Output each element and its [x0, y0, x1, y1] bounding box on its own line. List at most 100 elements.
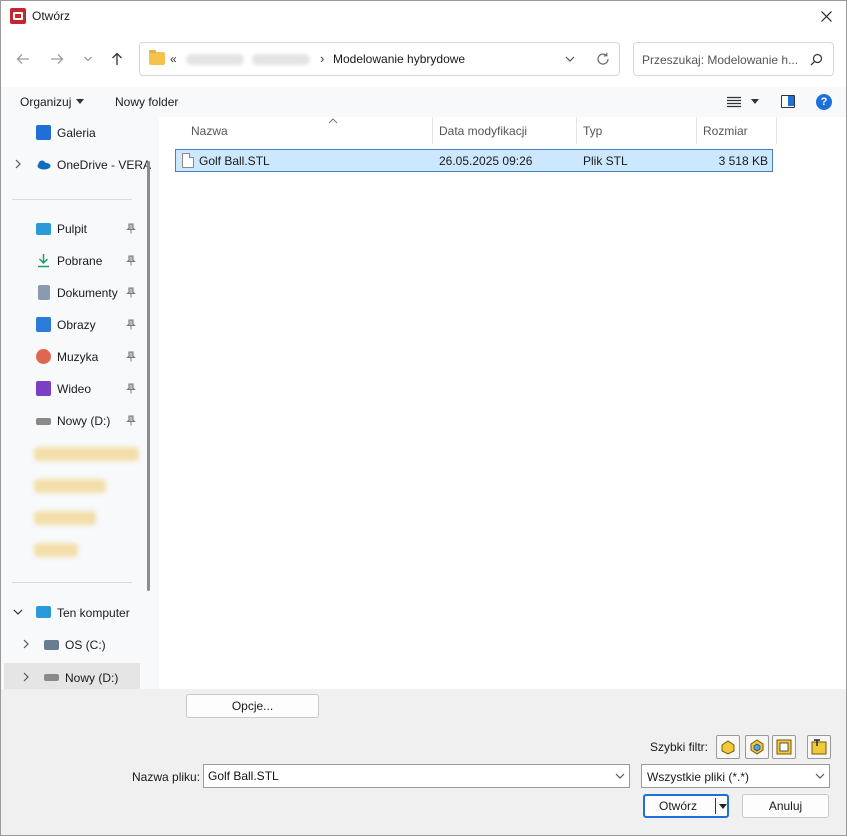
caret-down-icon[interactable]: [751, 99, 759, 104]
column-header-size[interactable]: Rozmiar: [697, 117, 777, 144]
organize-menu-button[interactable]: Organizuj: [20, 95, 71, 109]
search-box[interactable]: Przeszukaj: Modelowanie h...: [633, 42, 834, 76]
sidebar-item-documents[interactable]: Dokumenty: [1, 281, 141, 305]
desktop-icon: [36, 223, 51, 235]
sidebar-item-drive-d-selected[interactable]: Nowy (D:): [4, 663, 140, 689]
folder-icon: [149, 50, 165, 65]
chevron-down-icon: [84, 56, 92, 62]
breadcrumb-current-folder[interactable]: Modelowanie hybrydowe: [333, 52, 465, 66]
sidebar-item-music[interactable]: Muzyka: [1, 345, 141, 369]
sidebar-item-label: OneDrive - VERA: [57, 158, 152, 172]
column-header-name[interactable]: Nazwa: [185, 117, 433, 144]
assembly-filter-icon: [750, 739, 764, 755]
address-bar[interactable]: « › Modelowanie hybrydowe: [139, 42, 620, 76]
file-type-select[interactable]: Wszystkie pliki (*.*): [641, 764, 830, 788]
sidebar-item-label: Ten komputer: [57, 606, 130, 620]
search-input[interactable]: Przeszukaj: Modelowanie h...: [642, 53, 807, 67]
download-icon: [38, 254, 49, 268]
chevron-down-icon[interactable]: [615, 773, 625, 779]
dialog-footer: Szybki filtr: Nazwa pliku: Wszystkie pli…: [1, 723, 846, 835]
pictures-icon: [36, 317, 51, 332]
file-row-selected[interactable]: Golf Ball.STL 26.05.2025 09:26 Plik STL …: [175, 149, 773, 172]
sidebar-item-label: Galeria: [57, 126, 96, 140]
close-button[interactable]: [806, 1, 846, 32]
blurred-folder-item: [34, 511, 96, 525]
file-size: 3 518 KB: [718, 154, 768, 168]
title-bar: Otwórz: [1, 1, 846, 32]
file-name-field[interactable]: [208, 768, 603, 784]
blurred-breadcrumb: [186, 54, 244, 65]
sidebar-item-video[interactable]: Wideo: [1, 377, 141, 401]
file-icon: [182, 153, 194, 168]
help-icon[interactable]: ?: [816, 94, 832, 110]
arrow-left-icon: [16, 54, 29, 64]
sidebar-item-drive-c[interactable]: OS (C:): [1, 633, 141, 657]
options-strip: Opcje...: [1, 689, 846, 723]
forward-button[interactable]: [46, 48, 68, 70]
options-button[interactable]: Opcje...: [186, 694, 319, 718]
preview-pane-icon[interactable]: [781, 95, 795, 108]
refresh-icon[interactable]: [595, 51, 611, 67]
file-modified-date: 26.05.2025 09:26: [439, 154, 533, 168]
filter-top-level-button[interactable]: [807, 735, 831, 759]
drive-icon: [36, 418, 51, 425]
pin-icon: [126, 351, 136, 362]
file-type: Plik STL: [583, 154, 628, 168]
cancel-button[interactable]: Anuluj: [742, 794, 829, 818]
sidebar-item-desktop[interactable]: Pulpit: [1, 217, 141, 241]
pin-icon: [126, 383, 136, 394]
column-header-label: Nazwa: [191, 124, 228, 138]
solidworks-app-icon: [10, 8, 26, 24]
arrow-right-icon: [51, 54, 64, 64]
column-header-date[interactable]: Data modyfikacji: [433, 117, 577, 144]
sidebar-item-downloads[interactable]: Pobrane: [1, 249, 141, 273]
view-details-icon[interactable]: [727, 96, 741, 108]
sidebar-item-onedrive[interactable]: OneDrive - VERA: [1, 153, 151, 177]
command-bar: Organizuj Nowy folder ?: [1, 87, 846, 117]
new-folder-button[interactable]: Nowy folder: [115, 95, 178, 109]
open-button[interactable]: Otwórz: [643, 794, 729, 818]
chevron-right-icon[interactable]: [21, 672, 31, 682]
computer-icon: [36, 606, 51, 618]
music-icon: [36, 349, 51, 364]
back-button[interactable]: [12, 48, 34, 70]
video-icon: [36, 381, 51, 396]
drive-icon: [44, 674, 59, 681]
sidebar-item-drive-d[interactable]: Nowy (D:): [1, 409, 141, 433]
sidebar-item-this-pc[interactable]: Ten komputer: [1, 601, 141, 625]
file-name-combobox[interactable]: [203, 764, 630, 788]
sidebar-scrollbar[interactable]: [147, 161, 150, 591]
filter-assemblies-button[interactable]: [745, 735, 769, 759]
os-drive-icon: [44, 640, 59, 650]
file-name: Golf Ball.STL: [199, 154, 270, 168]
sidebar-item-gallery[interactable]: Galeria: [1, 121, 141, 145]
column-header-label: Rozmiar: [703, 124, 748, 138]
chevron-down-icon[interactable]: [13, 607, 23, 617]
chevron-down-icon[interactable]: [563, 52, 577, 66]
breadcrumb-separator: ›: [320, 51, 325, 66]
chevron-right-icon[interactable]: [13, 159, 23, 169]
search-icon[interactable]: [810, 53, 823, 66]
sidebar-item-label: Muzyka: [57, 350, 99, 364]
chevron-down-icon: [815, 773, 825, 779]
top-level-filter-icon: [811, 739, 827, 755]
blurred-folder-item: [34, 447, 139, 461]
column-header-type[interactable]: Typ: [577, 117, 697, 144]
filter-parts-button[interactable]: [716, 735, 740, 759]
chevron-right-icon[interactable]: [21, 639, 31, 649]
sidebar-item-pictures[interactable]: Obrazy: [1, 313, 141, 337]
open-options-caret-icon[interactable]: [719, 804, 727, 809]
recent-locations-button[interactable]: [77, 48, 99, 70]
filter-drawings-button[interactable]: [772, 735, 796, 759]
arrow-up-icon: [112, 52, 122, 65]
navigation-bar: « › Modelowanie hybrydowe Przeszukaj: Mo…: [1, 32, 846, 87]
sidebar-item-label: Nowy (D:): [57, 414, 111, 428]
sidebar-item-label: Pulpit: [57, 222, 88, 236]
column-header-label: Typ: [583, 124, 603, 138]
open-button-label: Otwórz: [659, 799, 698, 813]
sort-ascending-icon: [328, 118, 338, 124]
up-button[interactable]: [106, 48, 128, 70]
blurred-folder-item: [34, 479, 106, 493]
breadcrumb-overflow[interactable]: «: [170, 52, 177, 66]
onedrive-icon: [37, 160, 51, 170]
